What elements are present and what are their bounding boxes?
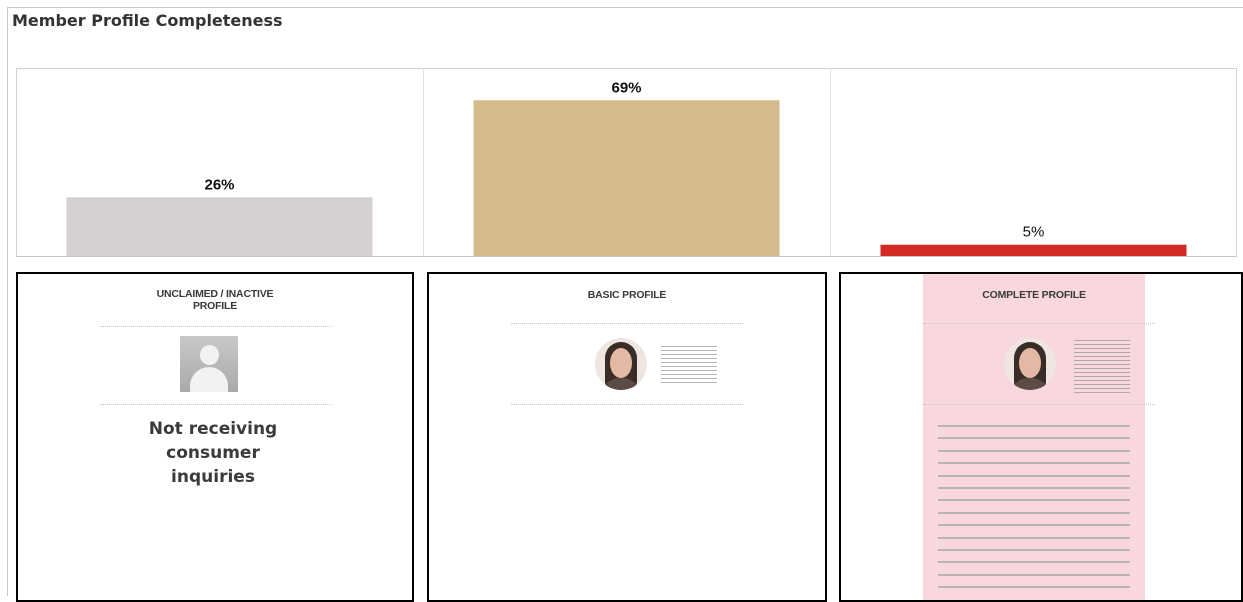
bio-line <box>938 524 1130 527</box>
widget-title: Member Profile Completeness <box>12 11 283 30</box>
bio-line <box>938 437 1130 440</box>
card-note-unclaimed: Not receiving consumer inquiries <box>148 419 278 487</box>
text-lines-icon <box>1074 340 1130 394</box>
bio-line <box>938 487 1130 489</box>
bio-line <box>938 536 1130 539</box>
bio-line <box>938 561 1130 564</box>
bar-3 <box>880 244 1187 256</box>
bio-line <box>938 573 1130 576</box>
bio-line <box>938 511 1130 514</box>
card-divider <box>511 323 743 324</box>
member-photo-icon <box>595 338 647 390</box>
placeholder-avatar-icon <box>180 336 238 392</box>
text-lines-icon <box>661 346 717 384</box>
bio-line <box>938 474 1130 477</box>
card-title-basic: BASIC PROFILE <box>587 289 667 301</box>
bar-2 <box>473 100 780 256</box>
card-divider <box>100 404 332 405</box>
profile-card-complete: COMPLETE PROFILE <box>839 272 1243 602</box>
bio-line <box>938 549 1130 551</box>
bar-value-label-3: 5% <box>1023 224 1045 241</box>
card-divider <box>923 323 1155 324</box>
bio-line <box>938 586 1130 589</box>
profile-card-basic: BASIC PROFILE <box>427 272 827 602</box>
bar-value-label-2: 69% <box>611 79 641 96</box>
bio-line <box>938 462 1130 465</box>
bar-1 <box>66 197 373 256</box>
card-divider <box>923 404 1155 405</box>
bar-value-label-1: 26% <box>204 176 234 193</box>
card-divider <box>511 404 743 405</box>
completeness-bar-chart: 26% 69% 5% <box>16 68 1237 257</box>
member-photo-icon <box>1004 338 1056 390</box>
profile-card-unclaimed: UNCLAIMED / INACTIVE PROFILE Not receivi… <box>16 272 414 602</box>
bio-line <box>938 425 1130 427</box>
bio-line <box>938 449 1130 452</box>
card-title-unclaimed: UNCLAIMED / INACTIVE PROFILE <box>156 288 274 312</box>
card-divider <box>100 326 332 327</box>
bio-line <box>938 499 1130 502</box>
card-title-complete: COMPLETE PROFILE <box>982 289 1086 301</box>
